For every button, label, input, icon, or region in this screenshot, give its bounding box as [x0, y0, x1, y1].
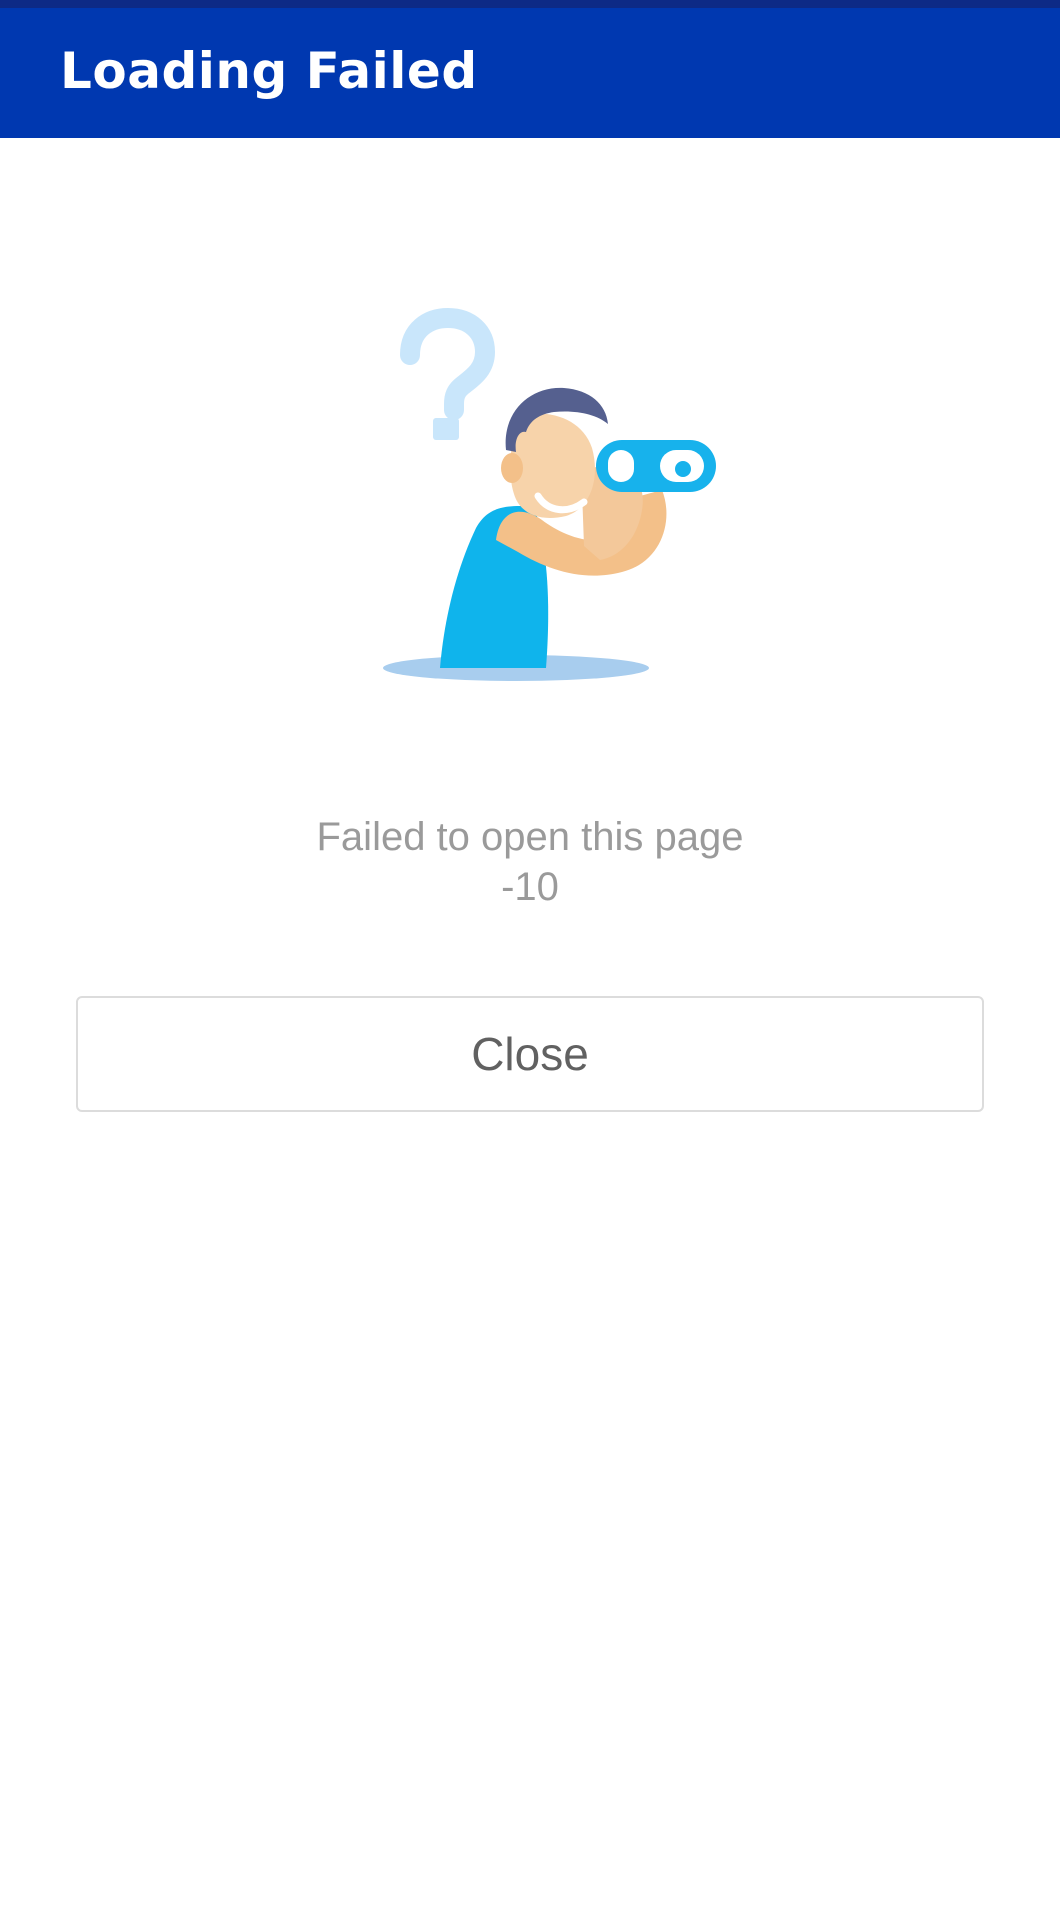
error-message-text: Failed to open this page — [316, 815, 744, 859]
close-button[interactable]: Close — [76, 996, 984, 1112]
error-screen: Loading Failed Failed to open this page … — [0, 0, 1060, 1920]
person-with-binoculars-icon — [370, 300, 750, 690]
app-bar: Loading Failed — [0, 8, 1060, 138]
error-code: -10 — [501, 865, 559, 909]
page-title: Loading Failed — [60, 42, 478, 100]
error-message: Failed to open this page -10 — [0, 812, 1060, 912]
question-mark-icon — [400, 307, 496, 440]
status-bar — [0, 0, 1060, 8]
